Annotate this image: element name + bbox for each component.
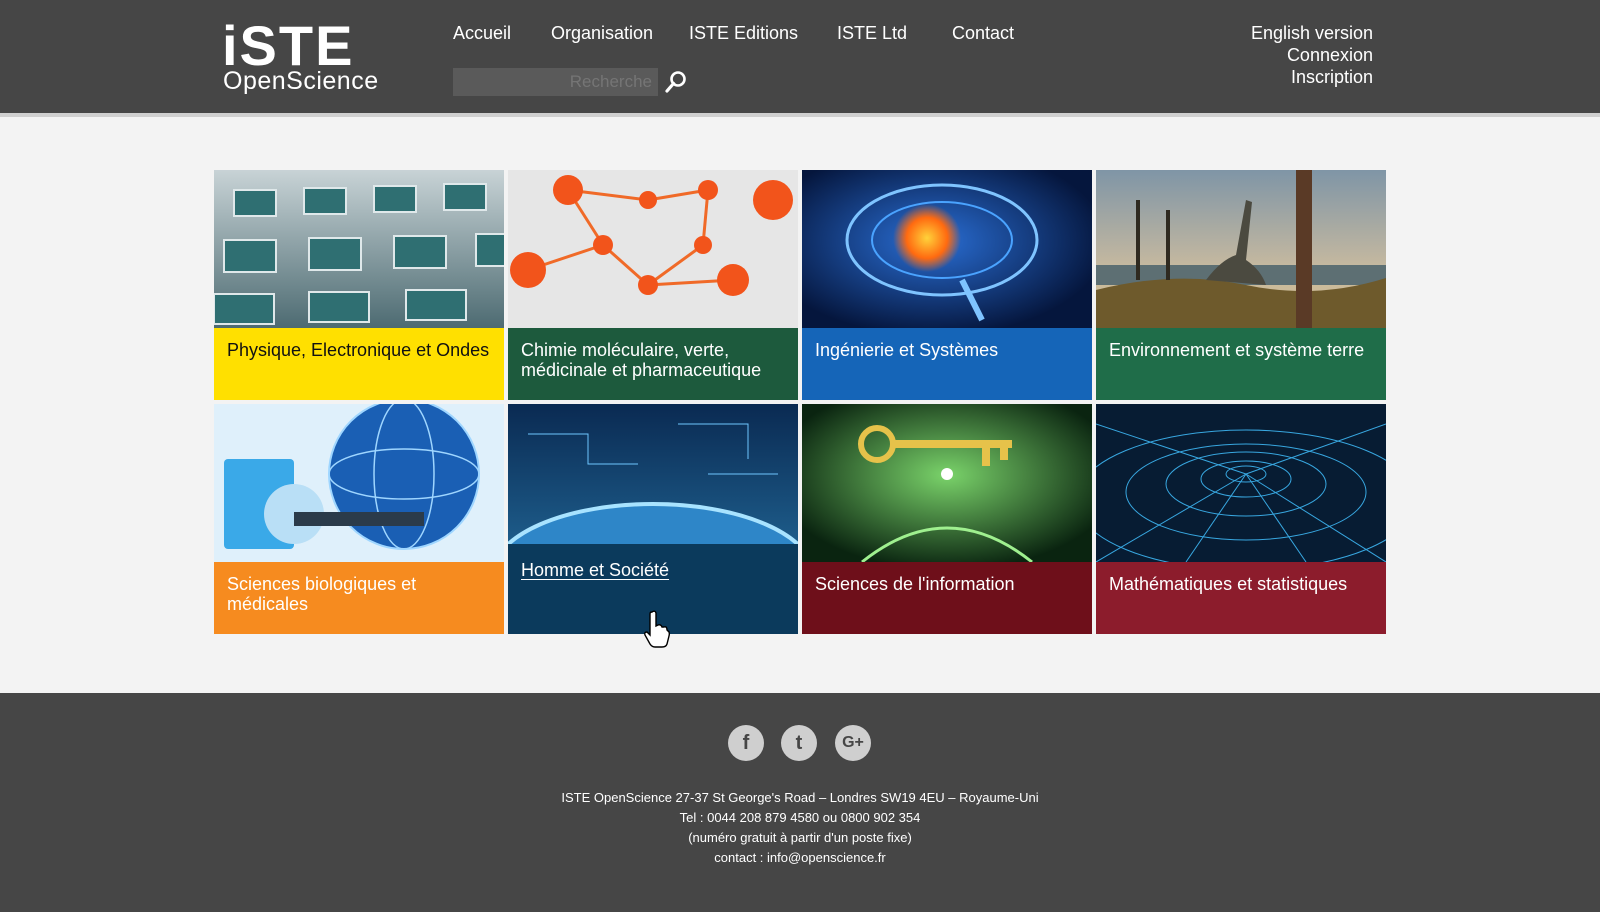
hand-cursor-icon xyxy=(644,610,670,648)
nav-iste-ltd[interactable]: ISTE Ltd xyxy=(837,22,907,44)
tile-label-bar: Sciences biologiques et médicales xyxy=(214,562,504,634)
iste-openscience-logo[interactable]: iSTE OpenScience xyxy=(222,18,392,96)
search-icon[interactable] xyxy=(664,70,688,94)
brain-circuit-image xyxy=(802,170,1092,328)
facebook-icon[interactable]: f xyxy=(728,725,764,761)
footer-address: ISTE OpenScience 27-37 St George's Road … xyxy=(561,790,1039,805)
tile-label-bar: Sciences de l'information xyxy=(802,562,1092,634)
search-input[interactable] xyxy=(453,68,658,96)
dinosaur-landscape-image xyxy=(1096,170,1386,328)
connexion-link[interactable]: Connexion xyxy=(1287,44,1373,66)
footer-contact-email[interactable]: contact : info@openscience.fr xyxy=(0,848,1600,868)
tile-homme-et-societe[interactable]: Homme et Société xyxy=(508,404,798,634)
molecule-image xyxy=(508,170,798,328)
microchip-grid-image xyxy=(214,170,504,328)
nav-accueil[interactable]: Accueil xyxy=(453,22,511,44)
tile-sciences-information[interactable]: Sciences de l'information xyxy=(802,404,1092,634)
tile-mathematiques[interactable]: Mathématiques et statistiques xyxy=(1096,404,1386,634)
tile-title: Homme et Société xyxy=(521,560,670,580)
site-header: iSTE OpenScience Accueil Organisation IS… xyxy=(0,0,1600,117)
tile-environnement[interactable]: Environnement et système terre xyxy=(1096,170,1386,400)
scanner-globe-image xyxy=(214,404,504,562)
digital-key-image xyxy=(802,404,1092,562)
footer-phone-note: (numéro gratuit à partir d'un poste fixe… xyxy=(688,830,912,845)
tile-title: Sciences biologiques et médicales xyxy=(227,574,417,614)
nav-iste-editions[interactable]: ISTE Editions xyxy=(689,22,798,44)
tile-chimie[interactable]: Chimie moléculaire, verte, médicinale et… xyxy=(508,170,798,400)
google-plus-icon[interactable]: G+ xyxy=(835,725,871,761)
tile-title: Physique, Electronique et Ondes xyxy=(227,340,490,360)
footer-address-block: ISTE OpenScience 27-37 St George's Road … xyxy=(0,788,1600,868)
tile-label-bar: Physique, Electronique et Ondes xyxy=(214,328,504,400)
nav-contact[interactable]: Contact xyxy=(952,22,1014,44)
tile-label-bar: Chimie moléculaire, verte, médicinale et… xyxy=(508,328,798,400)
tile-label-bar: Mathématiques et statistiques xyxy=(1096,562,1386,634)
twitter-icon[interactable]: t xyxy=(781,725,817,761)
tile-sciences-biologiques[interactable]: Sciences biologiques et médicales xyxy=(214,404,504,634)
tile-title: Environnement et système terre xyxy=(1109,340,1365,360)
tile-title: Ingénierie et Systèmes xyxy=(815,340,999,360)
tile-title: Chimie moléculaire, verte, médicinale et… xyxy=(521,340,762,380)
tile-physique[interactable]: Physique, Electronique et Ondes xyxy=(214,170,504,400)
tile-label-bar: Ingénierie et Systèmes xyxy=(802,328,1092,400)
logo-subtitle: OpenScience xyxy=(223,67,379,95)
tile-title: Mathématiques et statistiques xyxy=(1109,574,1348,594)
nav-organisation[interactable]: Organisation xyxy=(551,22,653,44)
footer-phone: Tel : 0044 208 879 4580 ou 0800 902 354 xyxy=(679,810,921,825)
tile-ingenierie[interactable]: Ingénierie et Systèmes xyxy=(802,170,1092,400)
mesh-funnel-image xyxy=(1096,404,1386,562)
english-version-link[interactable]: English version xyxy=(1251,22,1373,44)
inscription-link[interactable]: Inscription xyxy=(1291,66,1373,88)
tile-title: Sciences de l'information xyxy=(815,574,1015,594)
earth-network-image xyxy=(508,404,798,544)
tile-label-bar: Environnement et système terre xyxy=(1096,328,1386,400)
